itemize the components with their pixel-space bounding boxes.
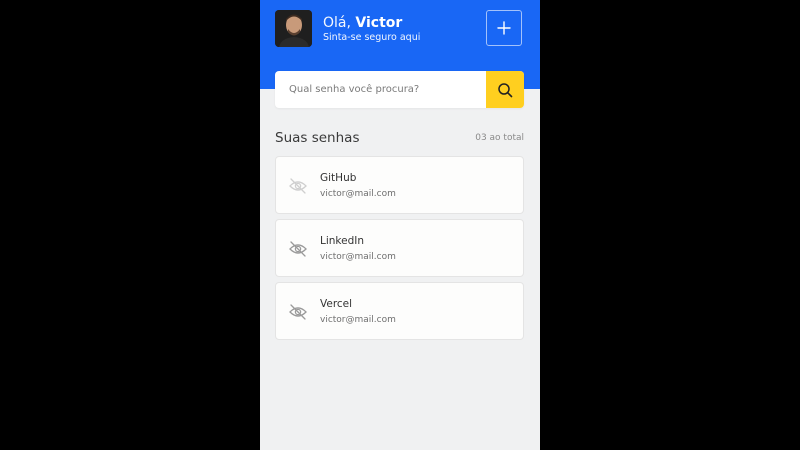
service-name: LinkedIn	[320, 235, 365, 247]
service-email: victor@mail.com	[320, 189, 396, 199]
search-bar	[275, 71, 524, 108]
greeting-prefix: Olá,	[323, 15, 351, 31]
section-title: Suas senhas	[275, 130, 360, 146]
service-email: victor@mail.com	[320, 252, 396, 262]
password-count: 03 ao total	[475, 133, 524, 143]
search-button[interactable]	[486, 71, 524, 108]
password-card-linkedin[interactable]: LinkedIn victor@mail.com	[275, 219, 524, 277]
search-icon	[498, 82, 513, 97]
eye-off-icon[interactable]	[288, 176, 308, 196]
app-screen: Olá, Victor Sinta-se seguro aqui Suas se…	[260, 0, 540, 450]
service-email: victor@mail.com	[320, 315, 396, 325]
password-card-github[interactable]: GitHub victor@mail.com	[275, 156, 524, 214]
password-list: GitHub victor@mail.com LinkedIn victor@m…	[275, 156, 524, 345]
plus-icon	[497, 21, 511, 35]
user-name: Victor	[355, 15, 403, 31]
avatar-photo	[275, 10, 312, 47]
eye-off-icon[interactable]	[288, 239, 308, 259]
header-subtitle: Sinta-se seguro aqui	[323, 32, 421, 43]
avatar[interactable]	[275, 10, 312, 47]
search-input[interactable]	[275, 71, 485, 108]
greeting: Olá, Victor	[323, 14, 402, 32]
service-name: Vercel	[320, 298, 353, 310]
password-card-vercel[interactable]: Vercel victor@mail.com	[275, 282, 524, 340]
eye-off-icon[interactable]	[288, 302, 308, 322]
add-password-button[interactable]	[486, 10, 522, 46]
service-name: GitHub	[320, 172, 357, 184]
